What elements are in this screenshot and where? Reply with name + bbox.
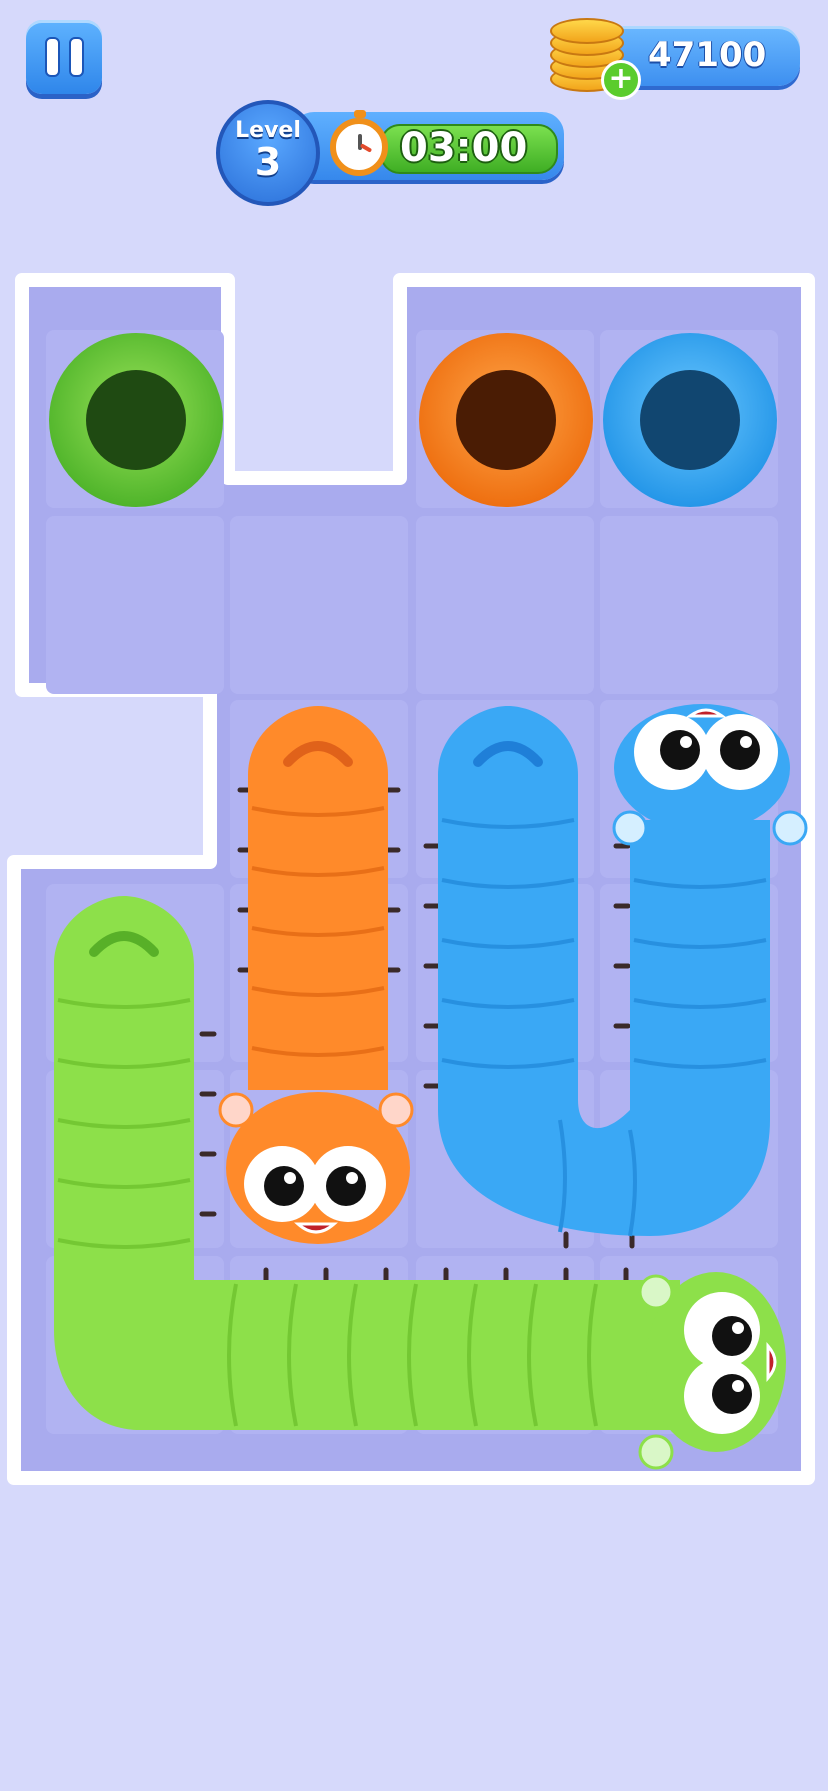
orange-worm[interactable] [218,706,414,1244]
blue-hole[interactable] [603,333,777,507]
green-hole[interactable] [49,333,223,507]
game-board [7,273,815,1485]
orange-hole[interactable] [419,333,593,507]
